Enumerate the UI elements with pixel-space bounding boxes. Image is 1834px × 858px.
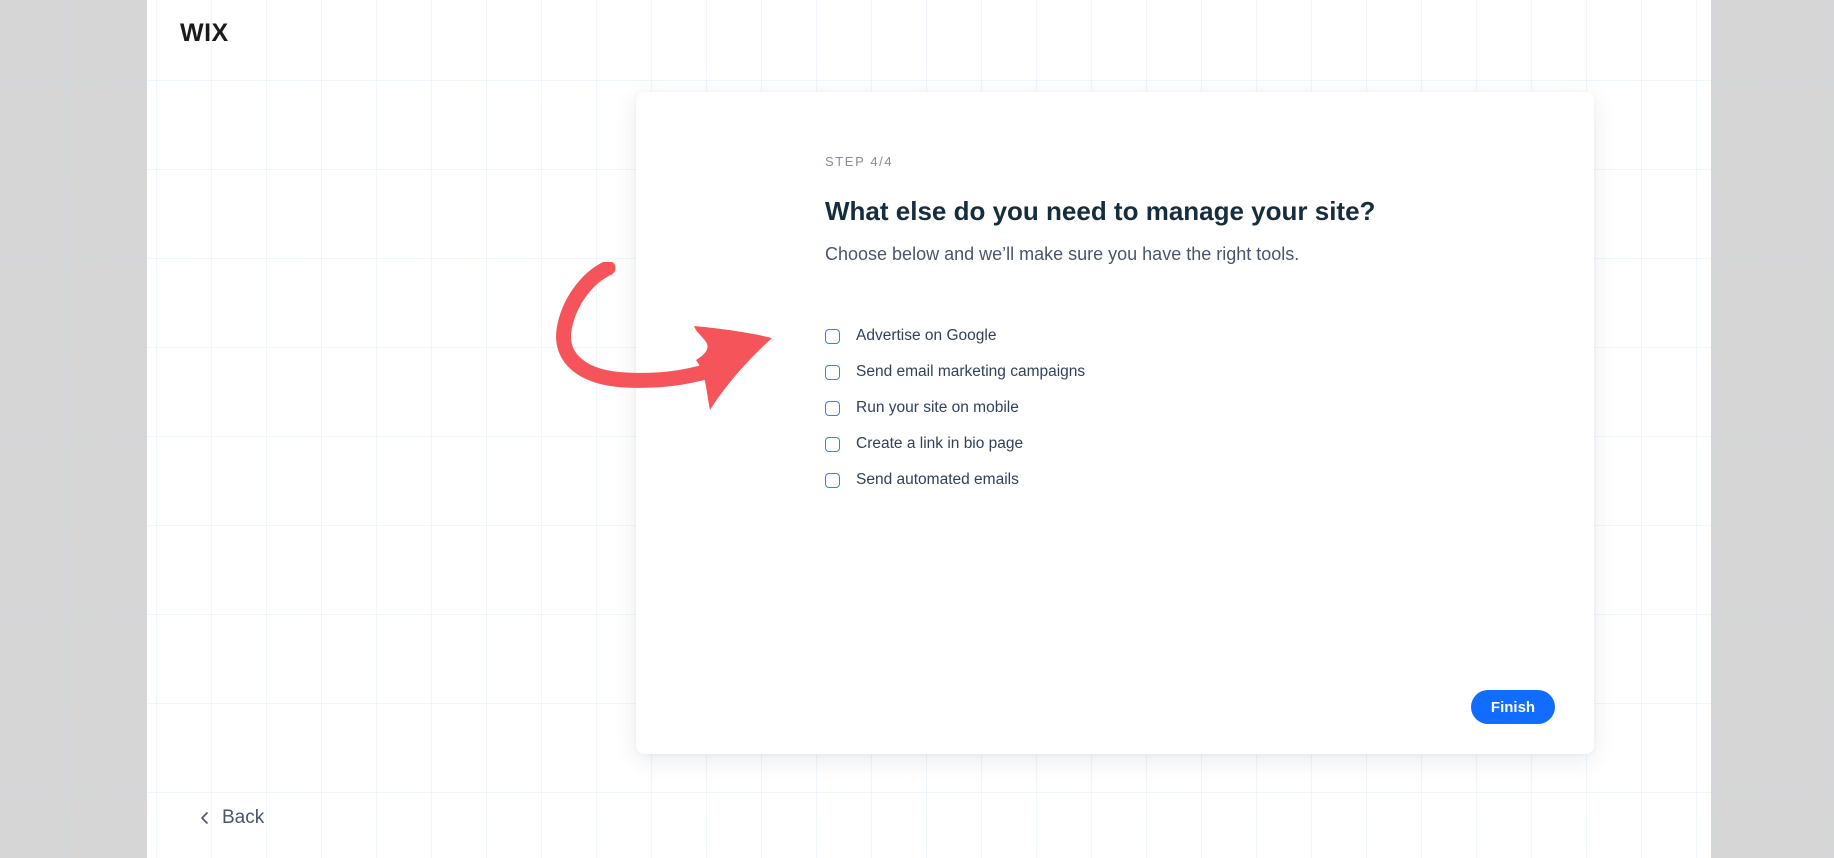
back-button[interactable]: Back bbox=[200, 807, 264, 829]
checkbox[interactable] bbox=[825, 436, 840, 452]
option-label: Create a link in bio page bbox=[856, 435, 1024, 452]
option-advertise-on-google[interactable]: Advertise on Google bbox=[825, 318, 1085, 354]
checkbox[interactable] bbox=[825, 400, 840, 416]
option-label: Send automated emails bbox=[856, 471, 1019, 488]
step-indicator: STEP 4/4 bbox=[825, 154, 894, 169]
page-title: What else do you need to manage your sit… bbox=[825, 196, 1376, 226]
page-subtitle: Choose below and we’ll make sure you hav… bbox=[825, 244, 1300, 264]
option-label: Run your site on mobile bbox=[856, 399, 1019, 416]
wix-logo: WIX bbox=[180, 19, 229, 47]
chevron-left-icon bbox=[201, 812, 208, 824]
checkbox[interactable] bbox=[825, 472, 840, 488]
option-run-on-mobile[interactable]: Run your site on mobile bbox=[825, 390, 1085, 426]
option-automated-emails[interactable]: Send automated emails bbox=[825, 462, 1085, 498]
option-link-in-bio[interactable]: Create a link in bio page bbox=[825, 426, 1085, 462]
wizard-card: STEP 4/4 What else do you need to manage… bbox=[636, 92, 1594, 754]
tools-checklist: Advertise on Google Send email marketing… bbox=[825, 318, 1085, 498]
option-label: Advertise on Google bbox=[856, 327, 997, 344]
option-label: Send email marketing campaigns bbox=[856, 363, 1086, 380]
checkbox[interactable] bbox=[825, 328, 840, 344]
checkbox[interactable] bbox=[825, 364, 840, 380]
curved-arrow-icon bbox=[556, 262, 772, 410]
finish-button[interactable]: Finish bbox=[1471, 690, 1555, 724]
back-label: Back bbox=[222, 807, 265, 828]
option-email-marketing[interactable]: Send email marketing campaigns bbox=[825, 354, 1085, 390]
